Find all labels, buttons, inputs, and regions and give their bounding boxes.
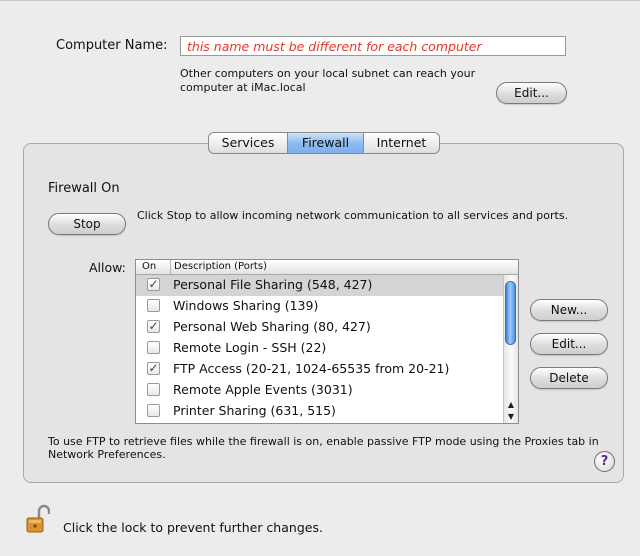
stop-button[interactable]: Stop	[48, 213, 126, 235]
tab-services[interactable]: Services	[208, 132, 288, 154]
computer-name-label: Computer Name:	[56, 38, 168, 53]
ftp-note: To use FTP to retrieve files while the f…	[48, 435, 599, 461]
computer-name-field[interactable]: this name must be different for each com…	[180, 36, 566, 56]
allow-label: Allow:	[89, 260, 126, 275]
tab-bar: Services Firewall Internet	[208, 132, 440, 154]
subnet-info-text: Other computers on your local subnet can…	[180, 67, 476, 94]
service-checkbox[interactable]	[147, 341, 160, 354]
edit-computer-name-button[interactable]: Edit...	[496, 82, 567, 104]
service-label: Windows Sharing (139)	[173, 298, 319, 313]
service-checkbox[interactable]: ✓	[147, 320, 160, 333]
service-label: Personal File Sharing (548, 427)	[173, 277, 373, 292]
services-table[interactable]: On Description (Ports) ✓ Personal File S…	[135, 259, 519, 424]
scrollbar-thumb[interactable]	[505, 281, 516, 345]
service-label: Personal Web Sharing (80, 427)	[173, 319, 371, 334]
table-row[interactable]: ✓ Personal File Sharing (548, 427)	[136, 275, 504, 296]
table-row[interactable]: Windows Sharing (139)	[136, 296, 504, 317]
scroll-down-arrow-icon[interactable]: ▼	[504, 411, 518, 423]
column-header-on[interactable]: On	[142, 260, 156, 274]
new-service-button[interactable]: New...	[530, 299, 608, 321]
edit-service-button[interactable]: Edit...	[530, 333, 608, 355]
table-header: On Description (Ports)	[136, 260, 518, 275]
services-list: ✓ Personal File Sharing (548, 427) Windo…	[136, 275, 504, 422]
service-checkbox[interactable]: ✓	[147, 278, 160, 291]
service-label: Printer Sharing (631, 515)	[173, 403, 336, 418]
tab-internet[interactable]: Internet	[364, 132, 440, 154]
table-row[interactable]: ✓ FTP Access (20-21, 1024-65535 from 20-…	[136, 359, 504, 380]
table-row[interactable]: ✓ Personal Web Sharing (80, 427)	[136, 317, 504, 338]
tab-firewall[interactable]: Firewall	[288, 132, 364, 154]
column-header-description[interactable]: Description (Ports)	[170, 260, 267, 274]
service-checkbox[interactable]	[147, 299, 160, 312]
help-button[interactable]: ?	[594, 451, 615, 472]
service-checkbox[interactable]	[147, 383, 160, 396]
vertical-scrollbar[interactable]: ▲ ▼	[503, 275, 518, 423]
service-label: FTP Access (20-21, 1024-65535 from 20-21…	[173, 361, 450, 376]
service-checkbox[interactable]	[147, 404, 160, 417]
table-row[interactable]: Printer Sharing (631, 515)	[136, 401, 504, 422]
service-label: Remote Login - SSH (22)	[173, 340, 327, 355]
service-label: Remote Apple Events (3031)	[173, 382, 353, 397]
stop-description: Click Stop to allow incoming network com…	[137, 209, 569, 222]
firewall-status: Firewall On	[48, 181, 120, 196]
table-row[interactable]: Remote Login - SSH (22)	[136, 338, 504, 359]
lock-text: Click the lock to prevent further change…	[63, 520, 323, 535]
window-top-edge	[0, 0, 640, 1]
open-padlock-icon[interactable]	[26, 504, 50, 534]
delete-service-button[interactable]: Delete	[530, 367, 608, 389]
service-checkbox[interactable]: ✓	[147, 362, 160, 375]
table-row[interactable]: Remote Apple Events (3031)	[136, 380, 504, 401]
scroll-up-arrow-icon[interactable]: ▲	[504, 399, 518, 411]
